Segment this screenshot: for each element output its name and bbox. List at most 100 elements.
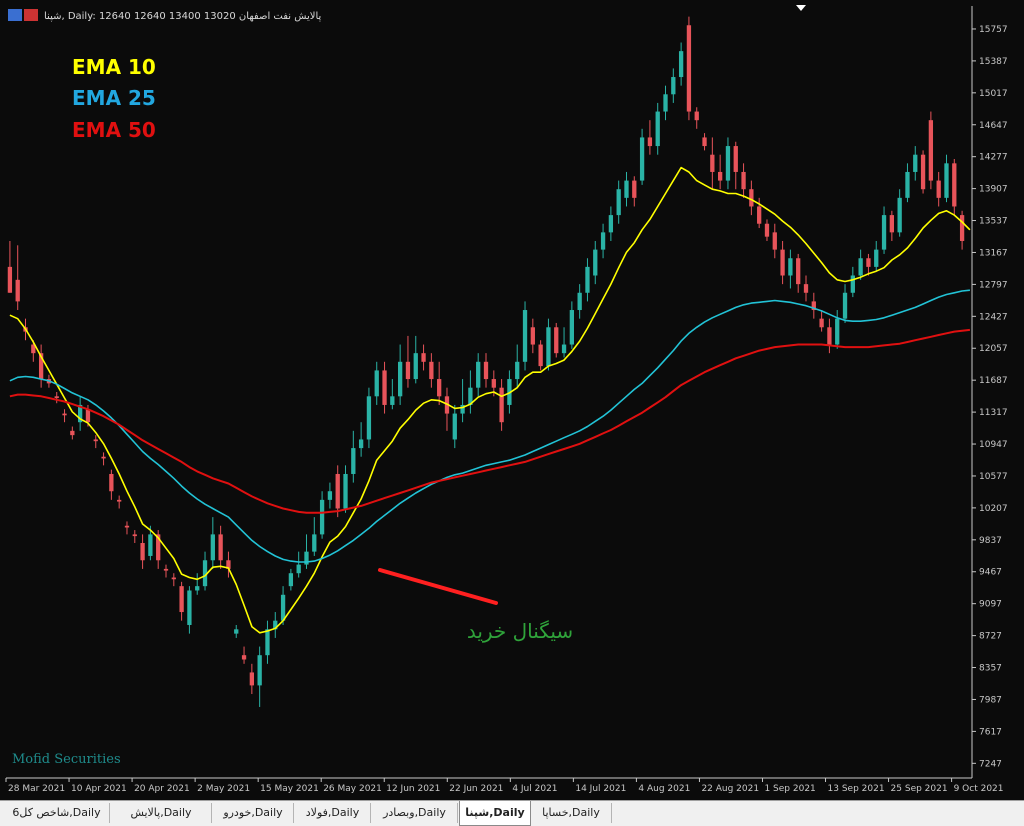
- candle-body: [593, 249, 598, 276]
- candle-body: [148, 534, 153, 556]
- candle-body: [179, 586, 184, 613]
- chart-canvas[interactable]: 15757 15387 15017 14647 14277 13907 13537 13167…: [0, 0, 1024, 800]
- candle-body: [554, 327, 559, 354]
- candle-body: [288, 573, 294, 587]
- candle-body: [515, 361, 520, 380]
- candle-body: [257, 655, 262, 686]
- candle-body: [452, 413, 457, 440]
- candle-body: [140, 543, 145, 561]
- candle-body: [702, 137, 707, 147]
- candle-body: [835, 318, 840, 345]
- price-tick-label: 13167: [979, 248, 1008, 258]
- candle-body: [234, 629, 239, 634]
- candle-body: [897, 197, 902, 233]
- candle-body: [93, 439, 98, 442]
- candle-body: [920, 154, 926, 190]
- candle-body: [296, 564, 301, 574]
- tab-0[interactable]: شاخص کل6,Daily: [4, 803, 110, 823]
- candle-body: [936, 180, 941, 198]
- price-tick-label: 10207: [979, 504, 1008, 514]
- candle-body: [241, 655, 247, 660]
- candle-body: [280, 594, 286, 621]
- candle-body: [327, 491, 333, 500]
- legend-ema10: EMA 10: [72, 55, 156, 79]
- price-tick-label: 7987: [979, 695, 1002, 705]
- candle-body: [858, 258, 863, 276]
- candle-body: [772, 232, 777, 250]
- candle-body: [905, 171, 910, 198]
- price-tick-label: 15757: [979, 25, 1008, 35]
- candle-body: [874, 249, 879, 267]
- candle-body: [600, 232, 606, 250]
- price-tick-label: 14647: [979, 121, 1008, 131]
- candle-body: [491, 379, 496, 388]
- price-tick-label: 15017: [979, 89, 1008, 99]
- legend-ema25: EMA 25: [72, 86, 156, 110]
- candle-body: [710, 154, 715, 172]
- candle-body: [928, 120, 934, 181]
- price-tick-label: 9467: [979, 568, 1002, 578]
- candle-body: [725, 146, 731, 181]
- time-tick-label: 10 Apr 2021: [71, 784, 127, 794]
- watermark: Mofid Securities: [12, 752, 121, 767]
- time-tick-label: 2 May 2021: [197, 784, 250, 794]
- candle-body: [390, 396, 395, 405]
- candle-body: [546, 327, 551, 367]
- tab-4[interactable]: وبصادر,Daily: [372, 803, 458, 823]
- time-tick-label: 25 Sep 2021: [891, 784, 948, 794]
- candle-body: [889, 215, 894, 233]
- candle-body: [741, 171, 746, 190]
- candle-body: [7, 266, 13, 293]
- candle-body: [757, 206, 762, 224]
- candle-body: [15, 279, 20, 302]
- buy-signal-label: سیگنال خرید: [467, 619, 573, 643]
- price-tick-label: 8727: [979, 632, 1002, 642]
- candle-body: [694, 111, 699, 121]
- candle-body: [319, 499, 325, 535]
- candle-body: [616, 189, 621, 216]
- candle-body: [632, 180, 637, 198]
- tab-1[interactable]: پالایش,Daily: [111, 803, 212, 823]
- chart-period-icon: [24, 9, 38, 21]
- price-tick-label: 7617: [979, 727, 1002, 737]
- candle-body: [195, 586, 200, 591]
- price-tick-label: 15387: [979, 57, 1008, 67]
- price-tick-label: 12427: [979, 312, 1008, 322]
- price-tick-label: 10947: [979, 440, 1008, 450]
- tab-2[interactable]: خودرو,Daily: [213, 803, 294, 823]
- candle-body: [569, 310, 574, 345]
- candle-body: [561, 344, 567, 354]
- time-tick-label: 22 Aug 2021: [701, 784, 759, 794]
- candle-body: [944, 163, 949, 198]
- candle-body: [608, 215, 614, 233]
- candle-body: [437, 379, 442, 397]
- candle-body: [819, 318, 824, 328]
- candle-body: [382, 370, 387, 405]
- tab-5[interactable]: شپنا,Daily: [459, 801, 531, 826]
- time-tick-label: 14 Jul 2021: [575, 784, 626, 794]
- time-tick-label: 26 May 2021: [323, 784, 382, 794]
- candle-body: [678, 51, 684, 78]
- price-tick-label: 13537: [979, 217, 1008, 227]
- time-tick-label: 22 Jun 2021: [449, 784, 503, 794]
- time-tick-label: 12 Jun 2021: [386, 784, 440, 794]
- candle-body: [639, 137, 645, 181]
- time-tick-label: 15 May 2021: [260, 784, 319, 794]
- candle-body: [421, 353, 426, 362]
- candle-body: [405, 361, 411, 380]
- candle-body: [585, 266, 590, 293]
- candle-body: [124, 525, 130, 528]
- price-tick-label: 9837: [979, 536, 1002, 546]
- tab-3[interactable]: فولاد,Daily: [295, 803, 371, 823]
- candle-body: [132, 534, 137, 537]
- candle-body: [312, 534, 317, 552]
- candle-body: [351, 448, 356, 474]
- candle-body: [749, 189, 754, 207]
- candle-body: [374, 370, 379, 397]
- tab-6[interactable]: خساپا,Daily: [531, 803, 612, 823]
- candle-body: [850, 275, 855, 293]
- price-tick-label: 10577: [979, 472, 1008, 482]
- candle-body: [413, 353, 418, 380]
- time-tick-label: 4 Aug 2021: [638, 784, 690, 794]
- price-tick-label: 11317: [979, 408, 1008, 418]
